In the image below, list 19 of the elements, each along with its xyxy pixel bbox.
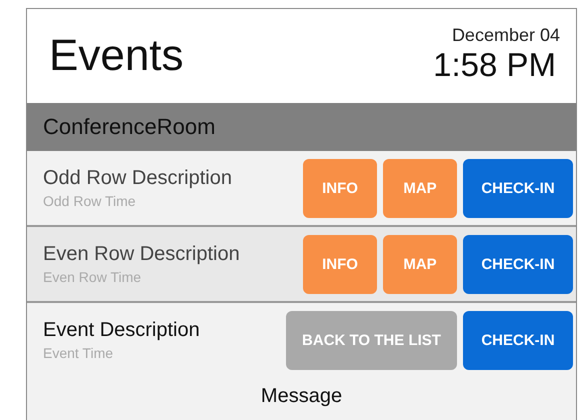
- time-label: 1:58 PM: [433, 46, 556, 84]
- event-time: Odd Row Time: [43, 193, 137, 209]
- back-button[interactable]: BACK TO THE LIST: [286, 310, 457, 370]
- event-time: Event Time: [43, 345, 114, 361]
- map-button[interactable]: MAP: [383, 158, 457, 218]
- map-button[interactable]: MAP: [383, 234, 457, 294]
- check-in-button[interactable]: CHECK-IN: [463, 234, 573, 294]
- info-button[interactable]: INFO: [303, 158, 377, 218]
- event-description: Even Row Description: [43, 243, 240, 266]
- event-time: Even Row Time: [43, 269, 142, 285]
- room-name: ConferenceRoom: [43, 114, 216, 140]
- event-description: Odd Row Description: [43, 167, 232, 190]
- event-description: Event Description: [43, 319, 200, 342]
- check-in-button[interactable]: CHECK-IN: [463, 158, 573, 218]
- message-text: Message: [260, 385, 344, 408]
- page-title: Events: [49, 31, 184, 81]
- date-label: December 04: [452, 24, 560, 46]
- check-in-button[interactable]: CHECK-IN: [463, 310, 573, 370]
- info-button[interactable]: INFO: [303, 234, 377, 294]
